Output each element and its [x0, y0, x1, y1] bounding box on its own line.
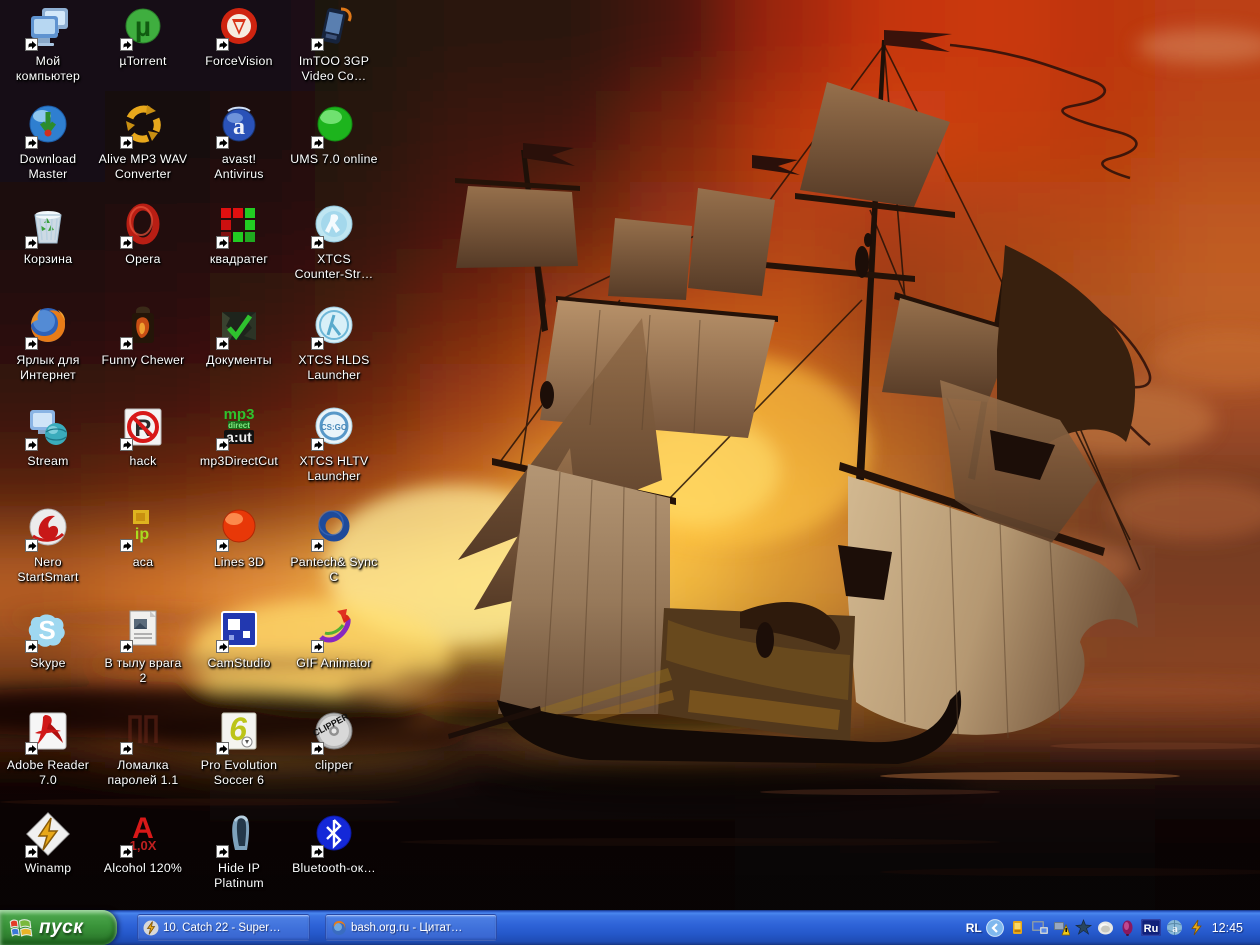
svg-text:1,0X: 1,0X — [130, 838, 157, 853]
svg-text:CS:GO: CS:GO — [321, 423, 347, 432]
svg-text:S: S — [38, 615, 55, 645]
svg-text:a: a — [1172, 923, 1178, 935]
svg-text:µ: µ — [135, 11, 151, 42]
svg-text:Ru: Ru — [1143, 923, 1158, 935]
svg-text:a: a — [233, 114, 245, 140]
svg-text:ip: ip — [135, 526, 149, 543]
svg-text:a:ut: a:ut — [226, 429, 252, 445]
